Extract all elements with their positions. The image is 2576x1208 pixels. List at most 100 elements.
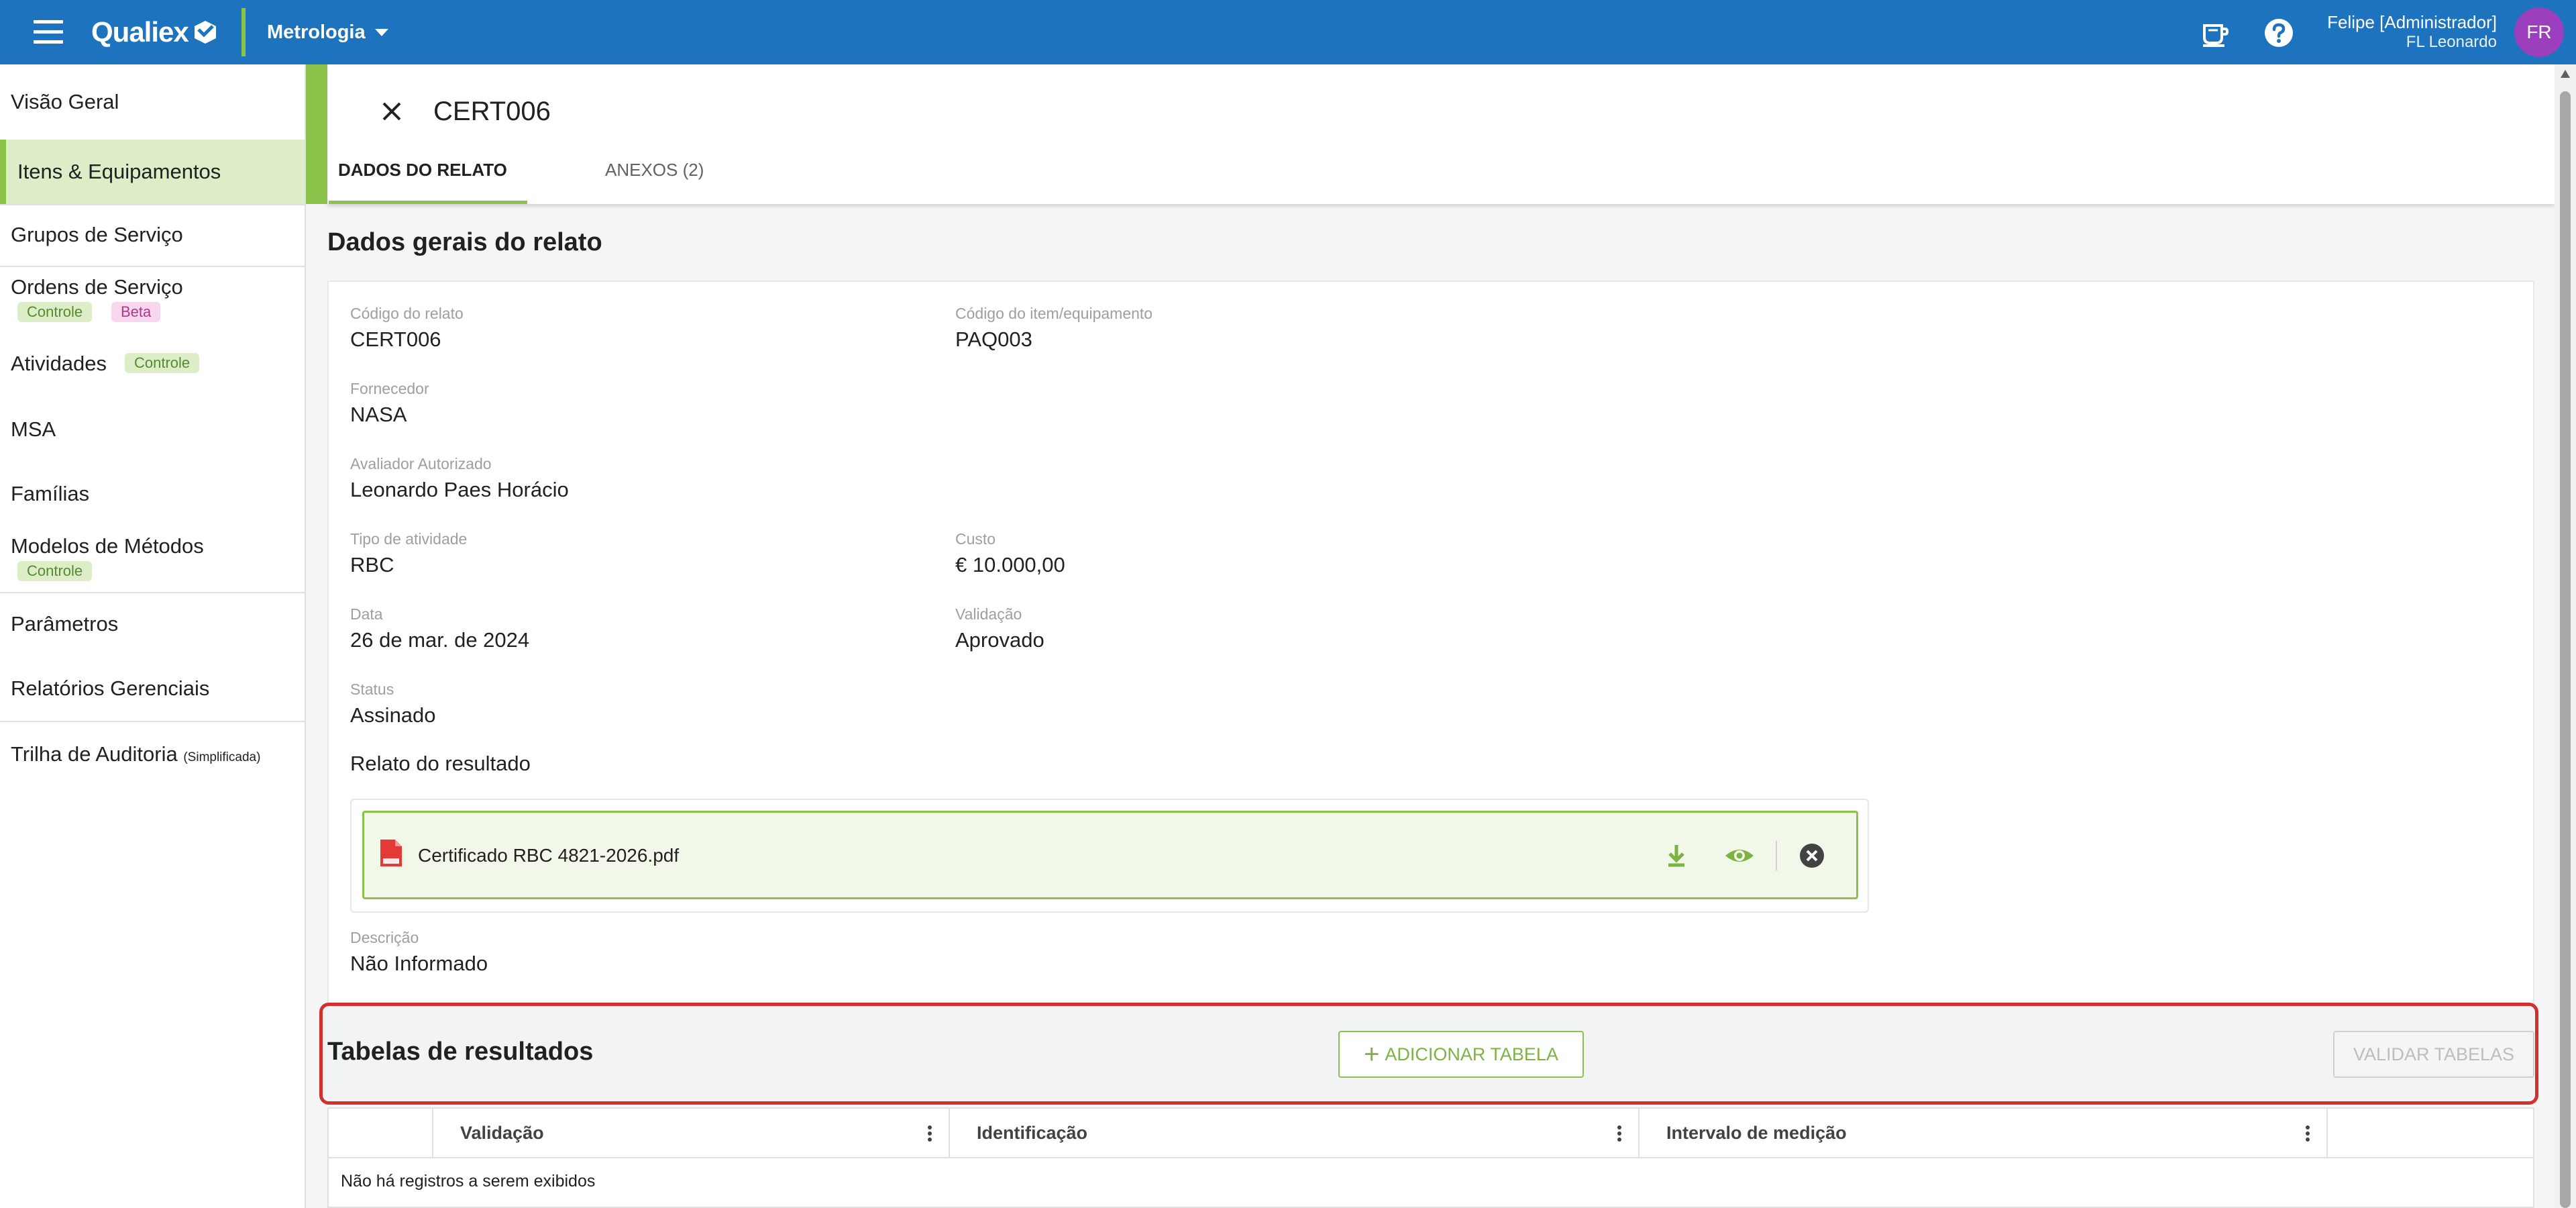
sidebar: Visão Geral Itens & Equipamentos Grupos … [0, 64, 306, 1208]
column-header-label: Intervalo de medição [1666, 1122, 1847, 1143]
column-divider [949, 1109, 950, 1157]
field-label: Código do relato [350, 305, 464, 322]
column-header-label: Identificação [977, 1122, 1088, 1143]
column-divider [432, 1109, 433, 1157]
remove-file-icon[interactable] [1796, 840, 1828, 872]
field-label: Código do item/equipamento [955, 305, 1153, 322]
sidebar-item-label-group: Trilha de Auditoria (Simplificada) [11, 742, 260, 766]
avatar[interactable]: FR [2514, 7, 2564, 57]
column-divider [2326, 1109, 2328, 1157]
sidebar-divider [0, 266, 305, 267]
field-value-status: Assinado [350, 703, 436, 727]
user-company: FL Leonardo [2406, 33, 2497, 51]
sidebar-item-familias[interactable]: Famílias [0, 468, 305, 519]
sidebar-item-note: (Simplificada) [183, 750, 261, 764]
field-label: Validação [955, 605, 1022, 623]
field-value-fornecedor: NASA [350, 403, 407, 426]
coffee-cup-icon[interactable] [2199, 17, 2230, 48]
column-menu-icon[interactable] [922, 1123, 938, 1144]
section-title-dados-gerais: Dados gerais do relato [327, 228, 602, 256]
brand-cube-icon [194, 21, 216, 44]
field-label: Descrição [350, 929, 419, 946]
sidebar-item-modelos-metodos[interactable]: Modelos de Métodos Controle [0, 527, 305, 592]
sidebar-item-msa[interactable]: MSA [0, 404, 305, 455]
field-label: Data [350, 605, 383, 623]
column-header-validacao[interactable]: Validação [460, 1109, 544, 1157]
field-value-avaliador: Leonardo Paes Horácio [350, 478, 569, 501]
vertical-scrollbar[interactable] [2555, 64, 2576, 1208]
field-label: Custo [955, 530, 996, 548]
sidebar-item-label: Trilha de Auditoria [11, 742, 178, 766]
caret-down-icon [374, 28, 388, 36]
header-row-divider [329, 1157, 2534, 1158]
brand-name: Qualiex [91, 16, 189, 48]
tab-dados-do-relato[interactable]: DADOS DO RELATO [329, 160, 527, 204]
tab-label: DADOS DO RELATO [338, 160, 507, 180]
controle-badge: Controle [17, 302, 93, 322]
sidebar-item-parametros[interactable]: Parâmetros [0, 597, 305, 651]
sidebar-item-visao-geral[interactable]: Visão Geral [0, 79, 305, 123]
sidebar-item-label: Atividades [11, 352, 107, 375]
column-divider [1638, 1109, 1640, 1157]
column-header-identificacao[interactable]: Identificação [977, 1109, 1087, 1157]
module-dropdown[interactable]: Metrologia [267, 19, 388, 46]
sidebar-item-atividades[interactable]: Atividades Controle [0, 337, 305, 391]
field-label: Fornecedor [350, 380, 429, 397]
brand-logo[interactable]: Qualiex [91, 15, 218, 50]
field-value-codigo-relato: CERT006 [350, 328, 441, 351]
menu-icon[interactable] [34, 20, 63, 44]
column-header-label: Validação [460, 1122, 544, 1143]
validate-tables-label: VALIDAR TABELAS [2353, 1044, 2515, 1064]
beta-badge: Beta [111, 302, 161, 322]
help-icon[interactable] [2263, 17, 2294, 48]
sidebar-item-label: Modelos de Métodos [11, 534, 204, 558]
sidebar-item-label: Grupos de Serviço [11, 223, 183, 246]
column-header-intervalo-medicao[interactable]: Intervalo de medição [1666, 1109, 1847, 1157]
field-label: Tipo de atividade [350, 530, 468, 548]
column-menu-icon[interactable] [1611, 1123, 1627, 1144]
sidebar-item-trilha-auditoria[interactable]: Trilha de Auditoria (Simplificada) [0, 726, 305, 784]
pdf-file-icon [380, 840, 402, 866]
file-attachment-container: Certificado RBC 4821-2026.pdf [350, 799, 1869, 913]
controle-badge: Controle [125, 353, 200, 373]
download-icon[interactable] [1660, 840, 1693, 872]
field-label: Status [350, 681, 394, 698]
sidebar-item-label: Ordens de Serviço [11, 275, 183, 299]
close-icon[interactable] [380, 99, 404, 123]
field-value-tipo-atividade: RBC [350, 553, 394, 576]
tab-label: ANEXOS (2) [605, 160, 704, 180]
module-label: Metrologia [267, 21, 366, 43]
field-value-custo: € 10.000,00 [955, 553, 1065, 576]
details-card: Código do relato CERT006 Código do item/… [327, 281, 2534, 1066]
scrollbar-thumb[interactable] [2560, 91, 2571, 1208]
empty-table-message: Não há registros a serem exibidos [341, 1172, 596, 1191]
main-content: CERT006 DADOS DO RELATO ANEXOS (2) Dados… [306, 64, 2555, 1208]
column-menu-icon[interactable] [2300, 1123, 2316, 1144]
scroll-up-icon[interactable] [2561, 70, 2570, 78]
sidebar-item-grupos-servico[interactable]: Grupos de Serviço [0, 212, 305, 260]
eye-icon[interactable] [1723, 840, 1756, 872]
sidebar-divider [0, 592, 305, 593]
active-section-accent [306, 64, 327, 204]
sidebar-item-ordens-servico[interactable]: Ordens de Serviço Controle Beta [0, 270, 305, 334]
section-title-tabelas-resultados: Tabelas de resultados [327, 1038, 594, 1066]
field-value-data: 26 de mar. de 2024 [350, 628, 530, 652]
tab-anexos[interactable]: ANEXOS (2) [605, 160, 780, 204]
sidebar-item-label: Famílias [11, 482, 90, 505]
sidebar-divider [0, 721, 305, 722]
relato-resultado-label: Relato do resultado [350, 752, 531, 775]
file-name: Certificado RBC 4821-2026.pdf [418, 845, 680, 866]
sidebar-item-itens-equipamentos[interactable]: Itens & Equipamentos [0, 140, 305, 204]
sidebar-item-relatorios-gerenciais[interactable]: Relatórios Gerenciais [0, 662, 305, 715]
top-app-bar: Qualiex Metrologia Felipe [Administrador… [0, 0, 2576, 64]
user-info[interactable]: Felipe [Administrador] FL Leonardo [2327, 12, 2497, 52]
file-attachment: Certificado RBC 4821-2026.pdf [362, 811, 1858, 899]
field-label: Avaliador Autorizado [350, 455, 492, 472]
sidebar-item-label: MSA [11, 417, 56, 441]
validate-tables-button[interactable]: VALIDAR TABELAS [2333, 1031, 2534, 1078]
sidebar-item-label: Parâmetros [11, 612, 119, 636]
sidebar-item-label: Relatórios Gerenciais [11, 676, 210, 700]
field-value-descricao: Não Informado [350, 952, 488, 975]
add-table-button[interactable]: + ADICIONAR TABELA [1338, 1031, 1584, 1078]
field-value-validacao: Aprovado [955, 628, 1044, 652]
